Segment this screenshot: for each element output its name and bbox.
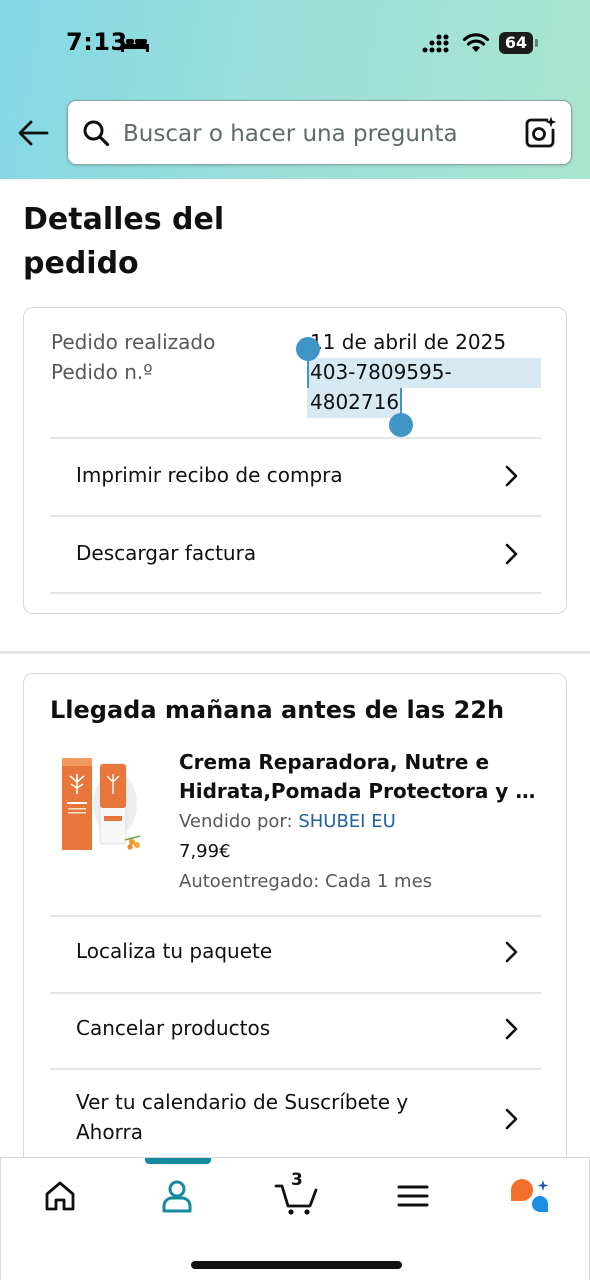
sold-by: Vendido por: SHUBEI EU xyxy=(179,811,396,832)
account-icon[interactable] xyxy=(157,1176,197,1216)
home-indicator xyxy=(191,1261,402,1269)
camera-search-icon[interactable] xyxy=(523,115,557,149)
wifi-icon xyxy=(462,33,490,52)
cancel-items-row[interactable]: Cancelar productos xyxy=(50,994,541,1069)
track-package-label: Localiza tu paquete xyxy=(76,939,273,963)
status-time: 7:13 xyxy=(66,28,128,56)
subscribe-save-label-line2: Ahorra xyxy=(76,1120,143,1144)
subscribe-save-calendar-row[interactable]: Ver tu calendario de Suscríbete y Ahorra xyxy=(50,1070,541,1160)
selection-end-handle[interactable] xyxy=(389,413,413,437)
section-separator xyxy=(0,651,590,654)
search-placeholder: Buscar o hacer una pregunta xyxy=(123,121,458,147)
cellular-signal-icon xyxy=(422,34,449,53)
order-info-card: Pedido realizado 11 de abril de 2025 Ped… xyxy=(23,307,567,614)
rufus-assistant-icon[interactable] xyxy=(508,1176,552,1216)
download-invoice-label: Descargar factura xyxy=(76,541,257,565)
product-title[interactable]: Crema Reparadora, Nutre e Hidrata,Pomada… xyxy=(179,748,549,806)
print-receipt-label: Imprimir recibo de compra xyxy=(76,463,343,487)
chevron-right-icon xyxy=(505,543,518,565)
menu-icon[interactable] xyxy=(393,1176,433,1216)
product-title-line2: Hidrata,Pomada Protectora y Ci… xyxy=(179,779,549,803)
download-invoice-row[interactable]: Descargar factura xyxy=(50,517,541,593)
active-tab-indicator xyxy=(145,1158,211,1164)
cart-count-badge: 3 xyxy=(291,1170,303,1190)
header: 7:13 64 Buscar o hacer una pregunta xyxy=(0,0,590,179)
track-package-row[interactable]: Localiza tu paquete xyxy=(50,917,541,992)
bottom-navigation: 3 xyxy=(0,1157,590,1280)
order-placed-label: Pedido realizado xyxy=(51,330,216,354)
product-image[interactable] xyxy=(60,754,146,854)
search-icon xyxy=(83,120,110,147)
selection-start-handle[interactable] xyxy=(296,337,320,361)
chevron-right-icon xyxy=(505,1018,518,1040)
search-input[interactable]: Buscar o hacer una pregunta xyxy=(67,100,572,165)
chevron-right-icon xyxy=(505,941,518,963)
order-number-line2[interactable]: 4802716 xyxy=(310,390,399,414)
sold-by-label: Vendido por: xyxy=(179,811,293,832)
battery-cap xyxy=(535,39,538,47)
page-title: Detalles del pedido xyxy=(23,202,225,281)
autoship-frequency: Autoentregado: Cada 1 mes xyxy=(179,871,433,892)
order-number-label: Pedido n.º xyxy=(51,360,153,384)
seller-link[interactable]: SHUBEI EU xyxy=(298,811,395,832)
sleep-bed-icon xyxy=(121,37,149,52)
chevron-right-icon xyxy=(505,465,518,487)
shipment-card: Llegada mañana antes de las 22h Crema Re… xyxy=(23,673,567,1193)
cancel-items-label: Cancelar productos xyxy=(76,1016,271,1040)
battery-indicator: 64 xyxy=(499,32,533,54)
print-receipt-row[interactable]: Imprimir recibo de compra xyxy=(50,439,541,515)
delivery-estimate-title: Llegada mañana antes de las 22h xyxy=(50,696,505,724)
divider xyxy=(50,592,541,594)
product-price: 7,99€ xyxy=(179,841,231,862)
chevron-right-icon xyxy=(505,1108,518,1130)
product-title-line1: Crema Reparadora, Nutre e xyxy=(179,750,490,774)
back-arrow-icon[interactable] xyxy=(16,116,50,150)
order-placed-date: 11 de abril de 2025 xyxy=(310,330,507,354)
order-number-line1[interactable]: 403-7809595- xyxy=(310,360,452,384)
home-icon[interactable] xyxy=(40,1176,80,1216)
subscribe-save-label-line1: Ver tu calendario de Suscríbete y xyxy=(76,1090,409,1114)
